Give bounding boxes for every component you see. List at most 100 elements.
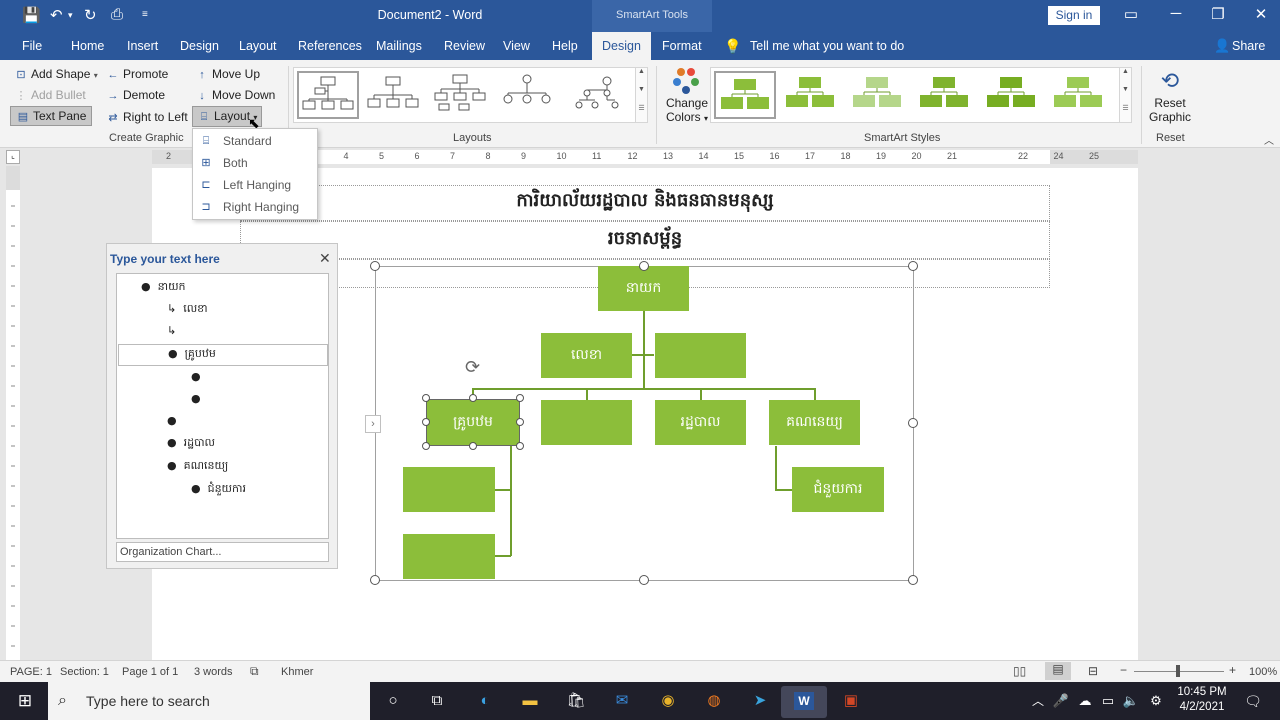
- tab-review[interactable]: Review: [444, 32, 485, 60]
- resize-handle[interactable]: [516, 394, 524, 402]
- chrome-icon[interactable]: ◉: [657, 691, 679, 711]
- status-language[interactable]: Khmer: [281, 666, 313, 678]
- org-node-primary-teacher[interactable]: គ្រូបឋម: [426, 399, 520, 446]
- layout-thumb-org-chart[interactable]: [297, 71, 359, 119]
- style-thumb-white-outline[interactable]: [781, 71, 843, 119]
- tab-smartart-design[interactable]: Design: [592, 32, 651, 60]
- list-item[interactable]: ● គណនេយ្យ: [167, 459, 228, 475]
- layout-menu-right-hanging[interactable]: ⊐ Right Hanging: [193, 196, 317, 218]
- zoom-out-icon[interactable]: −: [1120, 663, 1127, 677]
- list-item[interactable]: ● នាយក: [141, 280, 186, 296]
- list-item-selected[interactable]: ● គ្រូបឋម: [118, 344, 328, 366]
- resize-handle[interactable]: [908, 261, 918, 271]
- tab-mailings[interactable]: Mailings: [376, 32, 422, 60]
- word-taskbar-icon[interactable]: W: [781, 686, 827, 718]
- save-icon[interactable]: 💾: [22, 6, 41, 24]
- text-pane-footer-link[interactable]: Organization Chart...: [116, 542, 329, 562]
- rotate-handle-icon[interactable]: ⟳: [465, 357, 480, 378]
- gallery-more[interactable]: ☰: [635, 104, 647, 122]
- gallery-scroll-up[interactable]: ▲: [635, 68, 647, 86]
- resize-handle[interactable]: [422, 442, 430, 450]
- volume-icon[interactable]: 🔈: [1120, 691, 1142, 711]
- layout-thumb-circle-hierarchy[interactable]: [498, 71, 560, 119]
- microphone-icon[interactable]: 🎤: [1050, 691, 1072, 711]
- layout-thumb-half-circle[interactable]: [431, 71, 493, 119]
- style-thumb-polished[interactable]: [1049, 71, 1111, 119]
- tab-home[interactable]: Home: [71, 32, 104, 60]
- style-thumb-moderate-effect[interactable]: [915, 71, 977, 119]
- tab-references[interactable]: References: [298, 32, 362, 60]
- demote-button[interactable]: → Demote: [106, 88, 166, 102]
- close-icon[interactable]: ✕: [319, 250, 331, 267]
- list-item[interactable]: ↳: [167, 324, 180, 337]
- list-item[interactable]: ● រដ្ឋបាល: [167, 436, 215, 452]
- task-view-icon[interactable]: ⧉: [426, 691, 448, 711]
- org-node-administration[interactable]: រដ្ឋបាល: [655, 400, 746, 445]
- org-node-sub-empty[interactable]: [403, 467, 495, 512]
- onedrive-icon[interactable]: ☁: [1074, 691, 1096, 711]
- layout-menu-both[interactable]: ⊞ Both: [193, 152, 317, 174]
- add-shape-button[interactable]: ⊡ Add Shape ▾: [14, 67, 97, 81]
- resize-handle[interactable]: [422, 418, 430, 426]
- close-window-icon[interactable]: ✕: [1251, 5, 1271, 23]
- undo-icon[interactable]: ↶: [50, 6, 63, 24]
- status-word-count[interactable]: 3 words: [194, 666, 233, 678]
- network-icon[interactable]: ▭: [1097, 691, 1119, 711]
- taskbar-clock[interactable]: 10:45 PM 4/2/2021: [1176, 685, 1228, 715]
- tell-me-box[interactable]: Tell me what you want to do: [750, 32, 904, 60]
- firefox-icon[interactable]: ◍: [703, 691, 725, 711]
- share-person-icon[interactable]: 👤: [1214, 32, 1230, 60]
- tab-file[interactable]: File: [22, 32, 42, 60]
- resize-handle[interactable]: [422, 394, 430, 402]
- heading-structure[interactable]: រចនាសម្ព័ន្ធ: [240, 221, 1050, 259]
- change-colors-button[interactable]: Change Colors ▾: [663, 66, 711, 130]
- vertical-ruler[interactable]: [6, 166, 20, 660]
- sign-in-button[interactable]: Sign in: [1048, 6, 1100, 25]
- status-page[interactable]: PAGE: 1: [10, 666, 52, 678]
- move-up-button[interactable]: ↑ Move Up: [195, 67, 260, 81]
- add-bullet-button[interactable]: ⋮ Add Bullet: [14, 88, 86, 102]
- resize-handle[interactable]: [908, 575, 918, 585]
- store-icon[interactable]: 🛍: [565, 691, 587, 711]
- redo-icon[interactable]: ↻: [84, 6, 97, 24]
- tab-selector[interactable]: ⌞: [6, 150, 20, 164]
- print-layout-icon[interactable]: ▤: [1045, 662, 1071, 680]
- list-item[interactable]: ●: [191, 392, 204, 405]
- move-down-button[interactable]: ↓ Move Down: [195, 88, 275, 102]
- minimize-icon[interactable]: ─: [1166, 5, 1186, 22]
- zoom-in-icon[interactable]: +: [1229, 663, 1236, 677]
- reset-graphic-button[interactable]: ⟲ Reset Graphic: [1148, 66, 1192, 130]
- expand-text-pane-icon[interactable]: ›: [365, 415, 381, 433]
- mail-icon[interactable]: ✉: [611, 691, 633, 711]
- maximize-icon[interactable]: ❐: [1208, 5, 1228, 23]
- resize-handle[interactable]: [516, 418, 524, 426]
- input-method-icon[interactable]: ⚙: [1145, 691, 1167, 711]
- org-node-director[interactable]: នាយក: [598, 266, 689, 311]
- status-section[interactable]: Section: 1: [60, 666, 109, 678]
- style-thumb-intense-effect[interactable]: [982, 71, 1044, 119]
- org-node-assistant-empty[interactable]: [655, 333, 746, 378]
- tab-design[interactable]: Design: [180, 32, 219, 60]
- tab-view[interactable]: View: [503, 32, 530, 60]
- resize-handle[interactable]: [908, 418, 918, 428]
- customize-qat-icon[interactable]: ≡: [142, 9, 148, 20]
- taskbar-search-box[interactable]: ⌕ Type here to search: [48, 682, 370, 720]
- powerpoint-icon[interactable]: ▣: [840, 691, 862, 711]
- resize-handle[interactable]: [639, 261, 649, 271]
- cortana-icon[interactable]: ○: [382, 691, 404, 711]
- layout-menu-left-hanging[interactable]: ⊏ Left Hanging: [193, 174, 317, 196]
- list-item[interactable]: ● ជំនួយការ: [191, 482, 246, 498]
- org-node-secretary[interactable]: លេខា: [541, 333, 632, 378]
- org-node-empty[interactable]: [541, 400, 632, 445]
- edge-icon[interactable]: ◐: [474, 691, 496, 711]
- resize-handle[interactable]: [639, 575, 649, 585]
- styles-scroll-up[interactable]: ▲: [1119, 68, 1131, 86]
- tab-layout[interactable]: Layout: [239, 32, 277, 60]
- styles-scroll-down[interactable]: ▼: [1119, 86, 1131, 104]
- read-mode-icon[interactable]: ▯▯: [1013, 664, 1026, 678]
- org-node-assistant-accounting[interactable]: ជំនួយការ: [792, 467, 884, 512]
- undo-dropdown-icon[interactable]: ▾: [68, 10, 73, 21]
- file-explorer-icon[interactable]: ▬: [519, 691, 541, 711]
- resize-handle[interactable]: [469, 394, 477, 402]
- web-layout-icon[interactable]: ⊟: [1088, 664, 1098, 678]
